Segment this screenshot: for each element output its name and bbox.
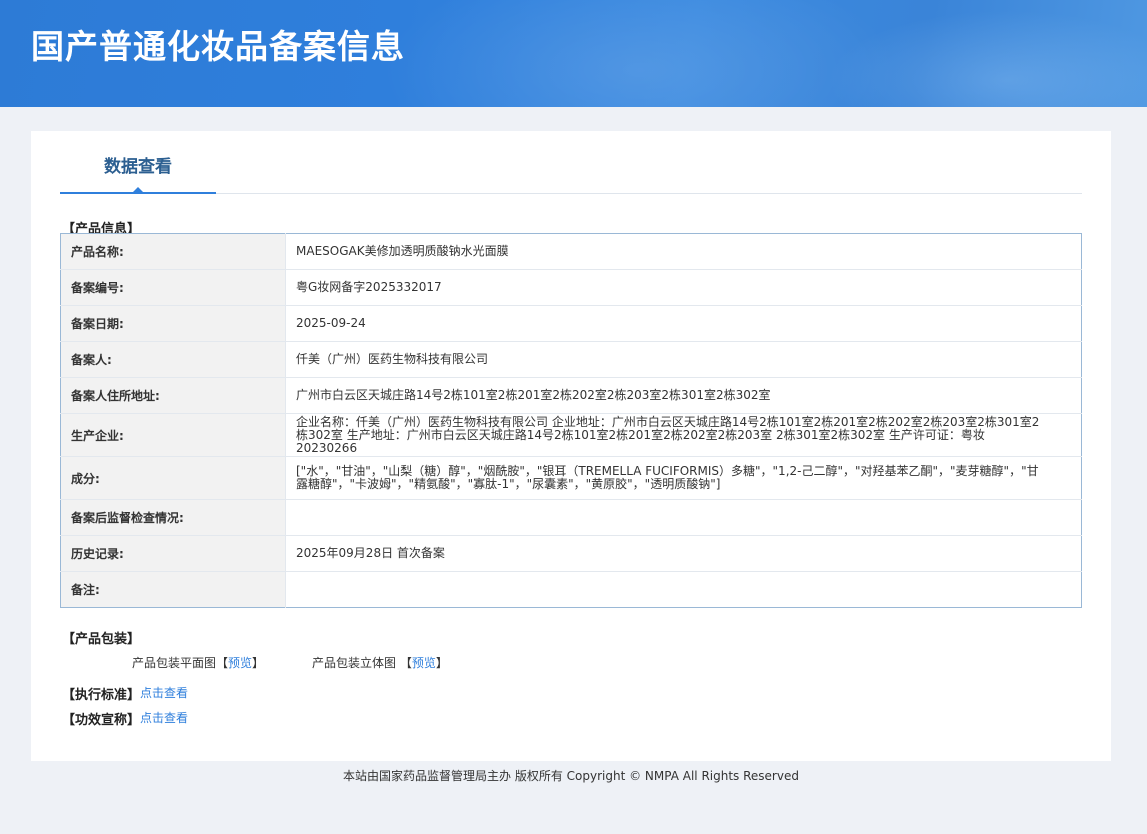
standard-view-link[interactable]: 点击查看	[140, 684, 188, 701]
info-row-label: 产品名称:	[60, 233, 286, 270]
package-flat-view: 产品包装平面图【预览】	[132, 654, 264, 671]
info-row-label: 生产企业:	[60, 413, 286, 457]
info-row-value: ["水"，"甘油"，"山梨（糖）醇"，"烟酰胺"，"银耳（TREMELLA FU…	[285, 456, 1082, 500]
info-row: 历史记录: 2025年09月28日 首次备案	[60, 535, 1082, 572]
info-row: 备案日期: 2025-09-24	[60, 305, 1082, 342]
packaging-heading: 【产品包装】	[62, 632, 141, 647]
bracket-close: 】	[435, 656, 448, 670]
info-row-value: 企业名称：仟美（广州）医药生物科技有限公司 企业地址：广州市白云区天城庄路14号…	[285, 413, 1082, 457]
info-row-value: 粤G妆网备字2025332017	[285, 269, 1082, 306]
info-row-label: 备案日期:	[60, 305, 286, 342]
tab-data-view[interactable]: 数据查看	[60, 131, 216, 194]
efficacy-view-link[interactable]: 点击查看	[140, 709, 188, 726]
package-3d-view: 产品包装立体图 【预览】	[312, 654, 448, 671]
efficacy-heading: 【功效宣称】	[62, 709, 140, 728]
header-banner: 国产普通化妆品备案信息	[0, 0, 1147, 107]
info-row-value: 2025-09-24	[285, 305, 1082, 342]
standard-heading-text: 【执行标准】	[62, 688, 141, 703]
info-row-value: 仟美（广州）医药生物科技有限公司	[285, 341, 1082, 378]
bracket-open: 【	[399, 656, 412, 670]
info-row: 备案人住所地址: 广州市白云区天城庄路14号2栋101室2栋201室2栋202室2…	[60, 377, 1082, 414]
info-row-value	[286, 572, 1082, 608]
info-row: 产品名称: MAESOGAK美修加透明质酸钠水光面膜	[60, 233, 1082, 270]
tab-label: 数据查看	[104, 157, 172, 177]
package-flat-label: 产品包装平面图	[132, 656, 217, 670]
product-info-table: 产品名称: MAESOGAK美修加透明质酸钠水光面膜 备案编号: 粤G妆网备字2025…	[60, 233, 1082, 608]
tab-indicator-caret	[132, 187, 144, 193]
bracket-open: 【	[216, 656, 229, 670]
info-row-value: 广州市白云区天城庄路14号2栋101室2栋201室2栋202室2栋203室2栋3…	[285, 377, 1082, 414]
info-row: 备案人: 仟美（广州）医药生物科技有限公司	[60, 341, 1082, 378]
info-row-label: 历史记录:	[60, 535, 286, 572]
info-row: 生产企业: 企业名称：仟美（广州）医药生物科技有限公司 企业地址：广州市白云区天城…	[60, 413, 1082, 457]
info-row-label: 备案人:	[60, 341, 286, 378]
package-3d-preview-link[interactable]: 预览	[412, 656, 436, 670]
package-3d-label: 产品包装立体图	[312, 656, 397, 670]
info-row-label: 备案人住所地址:	[60, 377, 286, 414]
info-row-value: 2025年09月28日 首次备案	[285, 535, 1082, 572]
efficacy-heading-text: 【功效宣称】	[62, 713, 141, 728]
content-card: 数据查看 【产品信息】 产品名称: MAESOGAK美修加透明质酸钠水光面膜 备案编…	[31, 131, 1111, 761]
page-title: 国产普通化妆品备案信息	[31, 27, 405, 66]
info-row: 备注:	[60, 571, 1082, 608]
info-row-label: 备案编号:	[60, 269, 286, 306]
package-flat-preview-link[interactable]: 预览	[228, 656, 252, 670]
info-row: 备案后监督检查情况:	[60, 499, 1082, 536]
footer-copyright: 本站由国家药品监督管理局主办 版权所有 Copyright © NMPA All…	[343, 769, 799, 783]
bracket-close: 】	[252, 656, 265, 670]
info-row-value: MAESOGAK美修加透明质酸钠水光面膜	[285, 233, 1082, 270]
info-row: 备案编号: 粤G妆网备字2025332017	[60, 269, 1082, 306]
tab-bar: 数据查看	[60, 131, 1082, 194]
standard-heading: 【执行标准】	[62, 684, 140, 703]
info-row-label: 备注:	[60, 571, 286, 608]
info-row-label: 成分:	[60, 456, 286, 500]
info-row-label: 备案后监督检查情况:	[60, 499, 286, 536]
info-row: 成分: ["水"，"甘油"，"山梨（糖）醇"，"烟酰胺"，"银耳（TREMELLA…	[60, 456, 1082, 500]
info-row-value	[285, 499, 1082, 536]
